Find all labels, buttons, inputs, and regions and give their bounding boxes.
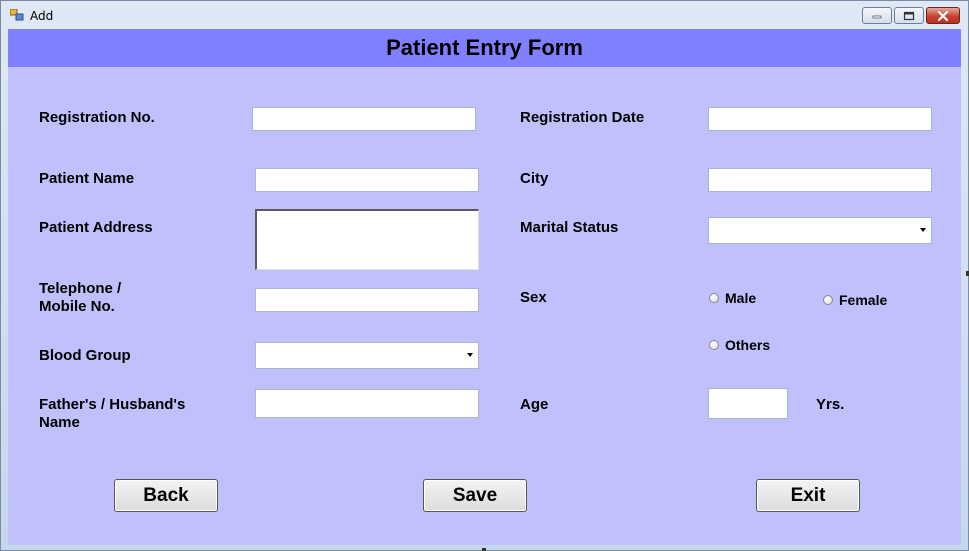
minimize-icon — [872, 15, 882, 18]
back-button[interactable]: Back — [114, 479, 218, 512]
sex-label: Sex — [520, 289, 547, 306]
save-button[interactable]: Save — [423, 479, 527, 512]
maximize-icon — [903, 11, 915, 20]
guardian-name-label: Father's / Husband's Name — [39, 396, 185, 432]
radio-button-icon[interactable] — [709, 340, 719, 350]
sex-option-male-label: Male — [725, 290, 757, 306]
patient-name-input[interactable] — [255, 168, 479, 192]
close-icon — [937, 10, 949, 21]
blood-group-select[interactable] — [255, 342, 479, 369]
app-form-icon — [10, 9, 24, 21]
sex-radio-others[interactable]: Others — [709, 337, 770, 353]
guardian-name-label-line2: Name — [39, 414, 80, 431]
blood-group-label: Blood Group — [39, 347, 131, 364]
telephone-label: Telephone / Mobile No. — [39, 280, 121, 316]
window-title: Add — [30, 9, 54, 23]
telephone-label-line2: Mobile No. — [39, 298, 115, 315]
sex-radio-male[interactable]: Male — [709, 290, 756, 306]
sex-radio-female[interactable]: Female — [823, 292, 887, 308]
guardian-name-input[interactable] — [255, 389, 479, 418]
city-label: City — [520, 170, 549, 187]
radio-button-icon[interactable] — [823, 295, 833, 305]
registration-no-input[interactable] — [252, 107, 476, 131]
minimize-button[interactable] — [862, 7, 892, 24]
patient-name-label: Patient Name — [39, 170, 135, 187]
app-window: Add Patient Entry Form Registration No. … — [0, 0, 969, 551]
chevron-down-icon — [920, 228, 926, 232]
age-unit-label: Yrs. — [816, 396, 845, 413]
sex-option-others-label: Others — [725, 337, 771, 353]
form-client-area: Patient Entry Form Registration No. Pati… — [8, 29, 961, 545]
marital-status-label: Marital Status — [520, 219, 619, 236]
title-bar[interactable]: Add — [1, 1, 968, 29]
patient-address-label: Patient Address — [39, 219, 153, 236]
city-input[interactable] — [708, 168, 932, 192]
guardian-name-label-line1: Father's / Husband's — [39, 396, 186, 413]
close-button[interactable] — [926, 7, 960, 24]
form-header: Patient Entry Form — [8, 29, 961, 67]
radio-button-icon[interactable] — [709, 293, 719, 303]
telephone-label-line1: Telephone / — [39, 280, 122, 297]
exit-button[interactable]: Exit — [756, 479, 860, 512]
sex-option-female-label: Female — [839, 292, 888, 308]
age-input[interactable] — [708, 388, 788, 419]
form-title: Patient Entry Form — [386, 35, 583, 60]
registration-date-label: Registration Date — [520, 109, 645, 126]
age-label: Age — [520, 396, 549, 413]
maximize-button[interactable] — [894, 7, 924, 24]
registration-date-input[interactable] — [708, 107, 932, 131]
telephone-input[interactable] — [255, 288, 479, 312]
chevron-down-icon — [467, 353, 473, 357]
patient-address-textarea[interactable] — [255, 209, 479, 270]
registration-no-label: Registration No. — [39, 109, 155, 126]
marital-status-select[interactable] — [708, 217, 932, 244]
